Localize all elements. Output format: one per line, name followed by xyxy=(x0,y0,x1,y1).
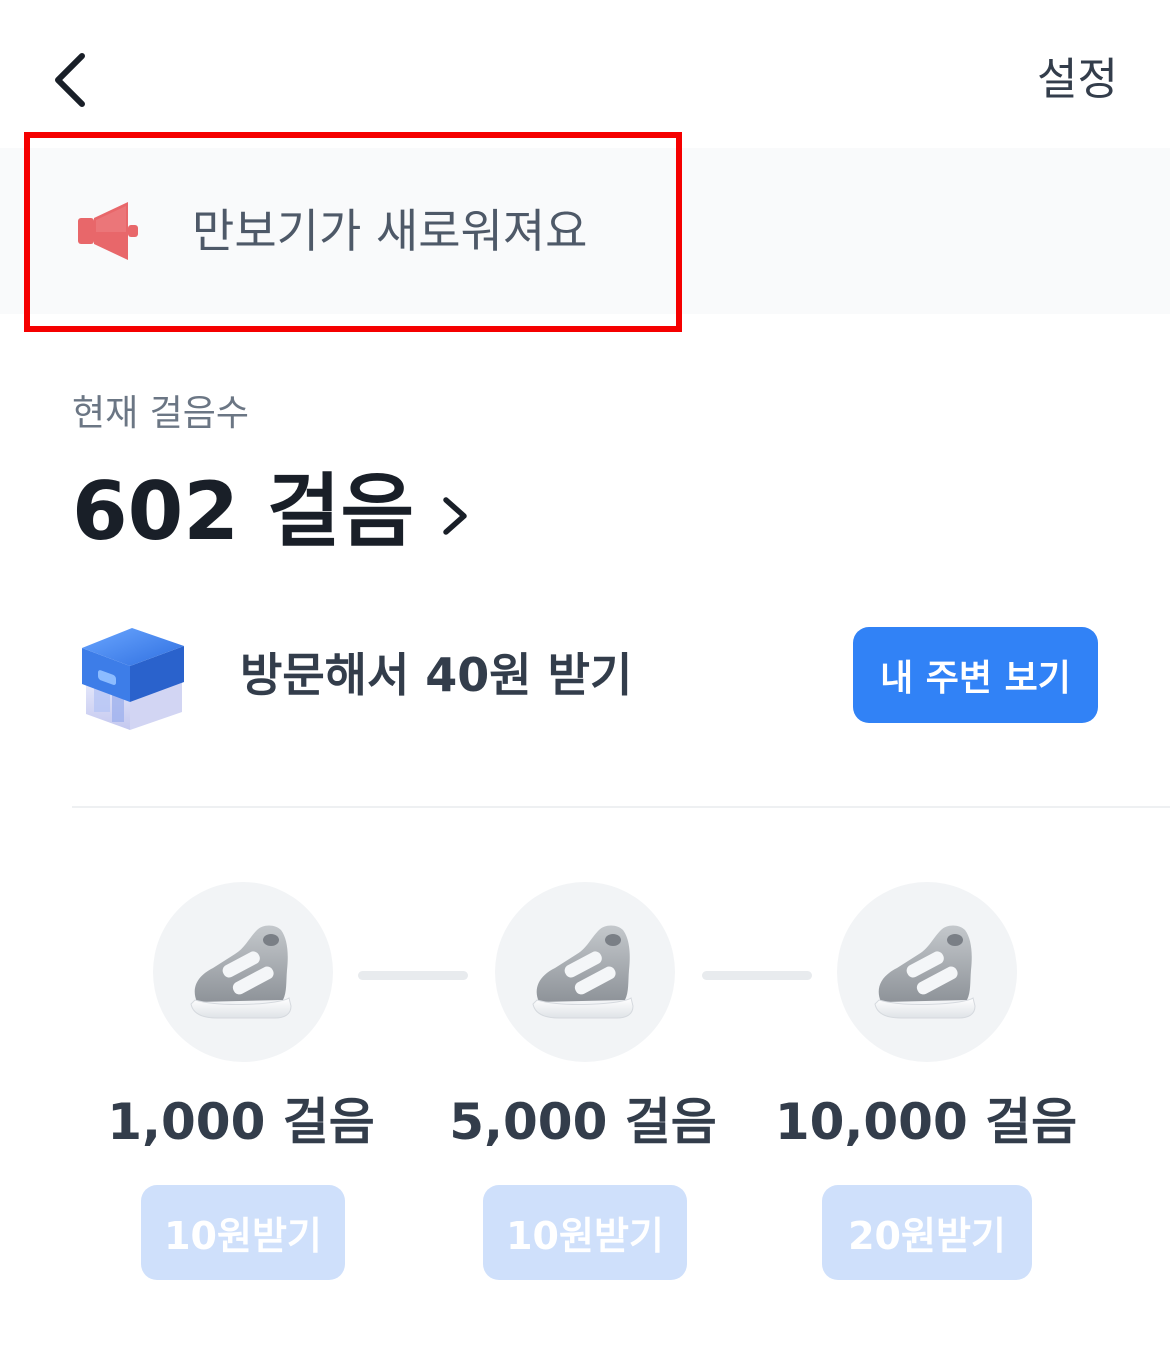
header-bar: 설정 xyxy=(0,0,1170,150)
shoe-icon xyxy=(867,918,987,1028)
settings-button[interactable]: 설정 xyxy=(1037,50,1118,110)
milestone-2-label: 5,000 걸음 xyxy=(449,1093,717,1151)
milestone-connector xyxy=(358,971,468,980)
shoe-icon xyxy=(525,918,645,1028)
visit-reward-text: 방문해서 40원 받기 xyxy=(240,648,633,702)
shoe-icon xyxy=(183,918,303,1028)
milestone-2-reward-button[interactable]: 10원받기 xyxy=(483,1185,687,1280)
divider xyxy=(72,806,1170,808)
back-button[interactable] xyxy=(44,44,104,116)
milestone-connector xyxy=(702,971,812,980)
chevron-right-icon xyxy=(443,497,467,535)
store-icon xyxy=(78,618,188,734)
chevron-left-icon xyxy=(55,53,85,107)
steps-label: 현재 걸음수 xyxy=(72,393,250,434)
milestone-3-reward-button[interactable]: 20원받기 xyxy=(822,1185,1032,1280)
milestone-1-badge xyxy=(153,882,333,1062)
milestone-1-reward-button[interactable]: 10원받기 xyxy=(141,1185,345,1280)
nearby-button[interactable]: 내 주변 보기 xyxy=(853,627,1098,723)
milestone-3-label: 10,000 걸음 xyxy=(774,1093,1078,1151)
megaphone-icon xyxy=(76,198,142,264)
steps-summary[interactable]: 602 걸음 xyxy=(72,462,476,562)
milestone-3-badge xyxy=(837,882,1017,1062)
milestone-2-badge xyxy=(495,882,675,1062)
steps-value: 602 걸음 xyxy=(72,465,415,558)
milestone-1-label: 1,000 걸음 xyxy=(107,1093,375,1151)
notice-text[interactable]: 만보기가 새로워져요 xyxy=(192,202,588,260)
